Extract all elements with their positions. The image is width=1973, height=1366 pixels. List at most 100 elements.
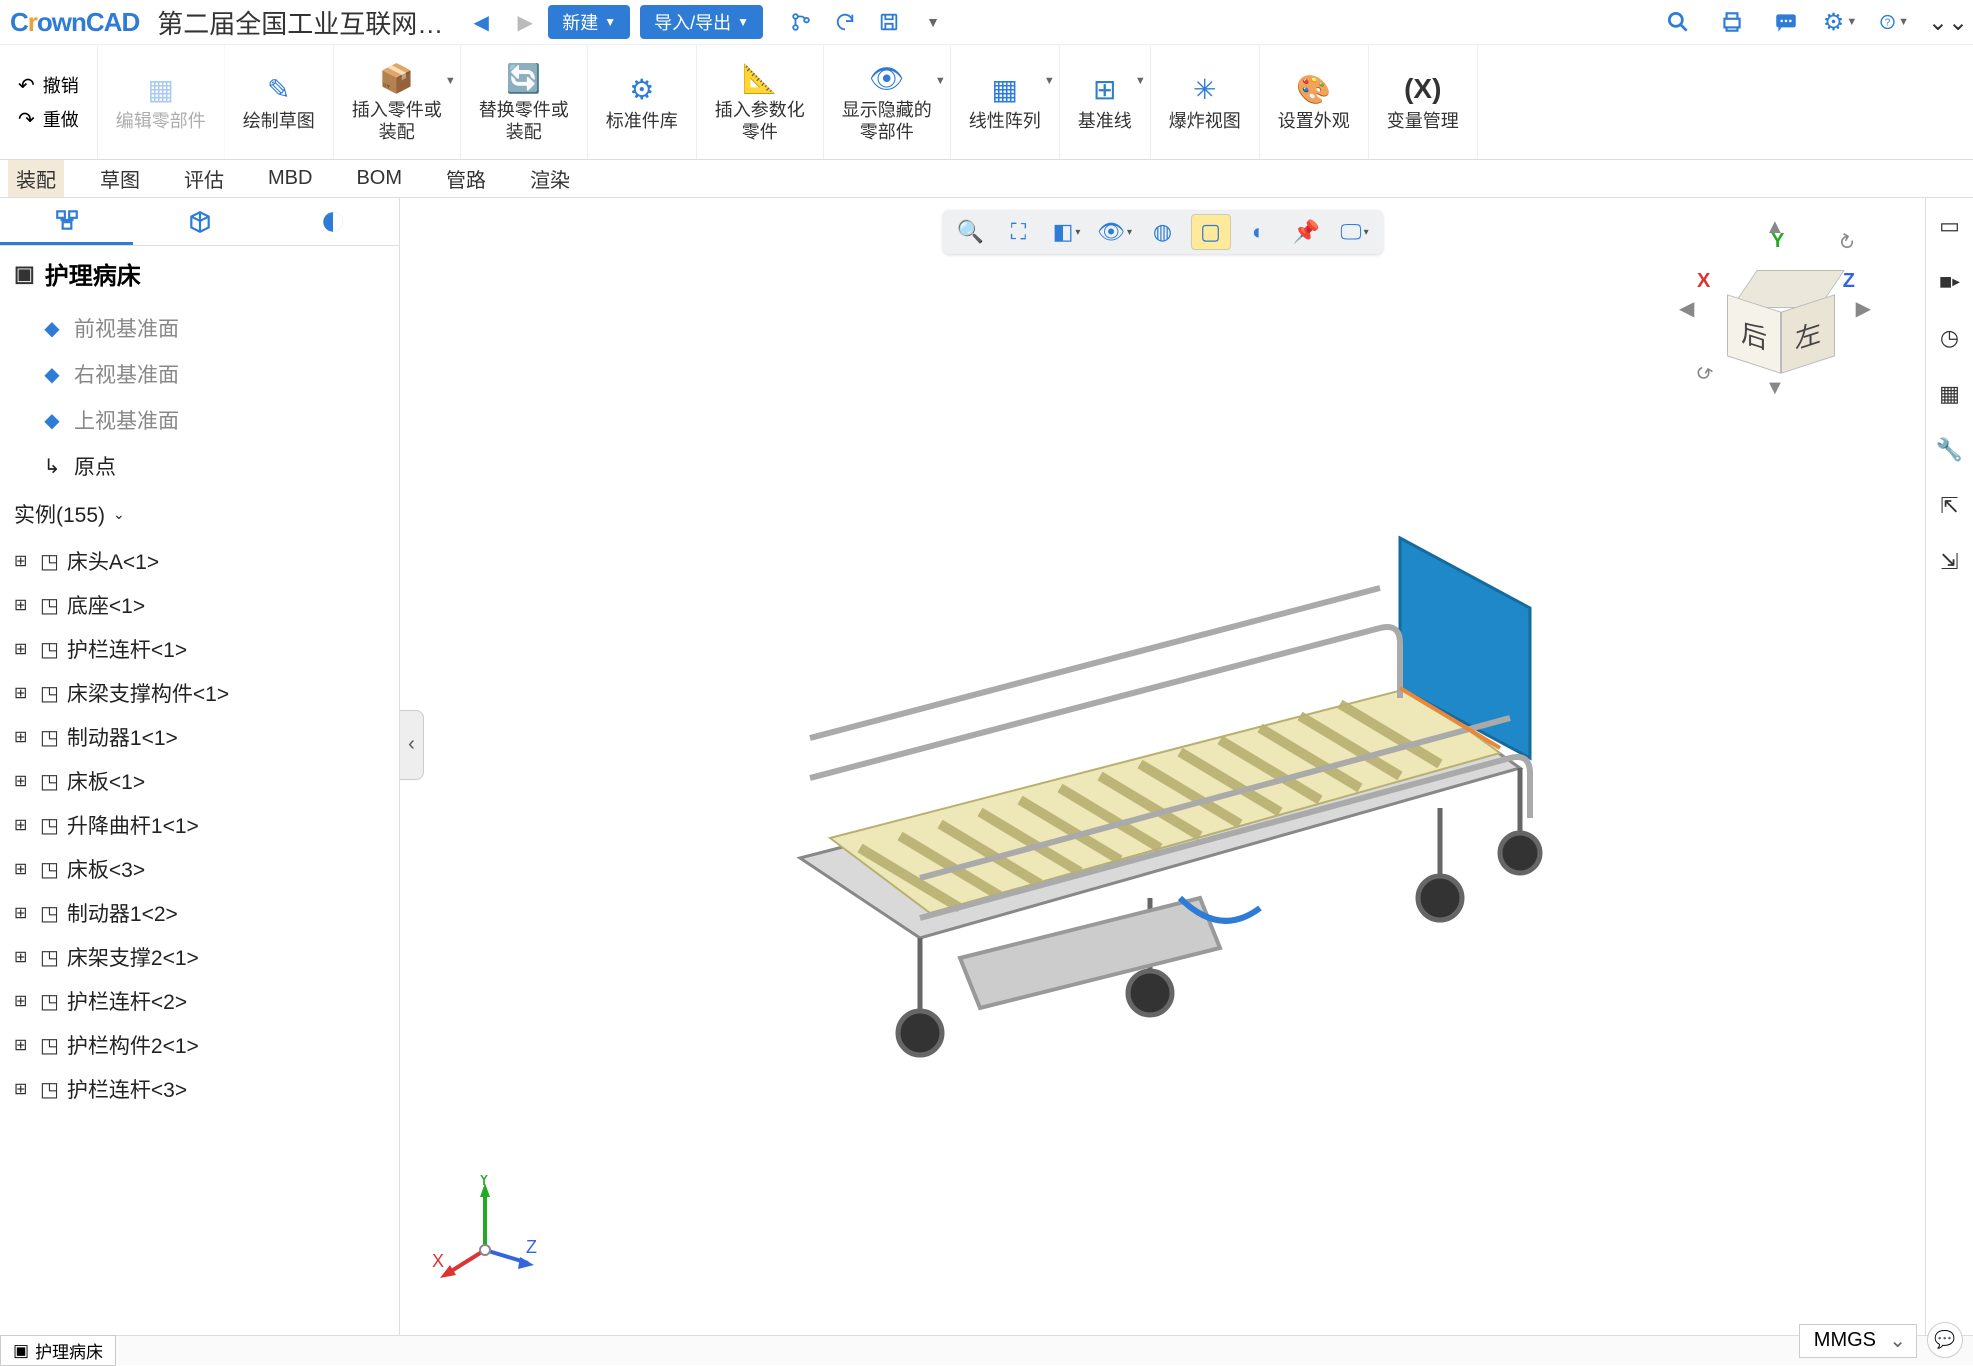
undo-button[interactable]: ↶撤销 xyxy=(18,72,79,98)
grid-icon[interactable]: ▦ xyxy=(1936,380,1964,408)
datum-line-button[interactable]: ⊞ 基准线 ▼ xyxy=(1060,45,1151,159)
forward-icon[interactable]: ▶ xyxy=(512,9,538,35)
expand-icon[interactable]: ⊞ xyxy=(14,683,32,703)
tree-instance-item[interactable]: ⊞◳护栏连杆<3> xyxy=(0,1067,399,1111)
lp-tab-tree[interactable] xyxy=(0,198,133,245)
rotate-right-icon[interactable]: ▶ xyxy=(1856,296,1871,321)
instances-section[interactable]: 实例(155) ⌄ xyxy=(0,489,399,539)
refresh-icon[interactable] xyxy=(832,9,858,35)
search-icon[interactable] xyxy=(1663,7,1693,37)
expand-icon[interactable]: ⊞ xyxy=(14,639,32,659)
filter-icon[interactable]: 📌 xyxy=(1287,214,1327,250)
origin-icon: ↳ xyxy=(40,454,64,479)
display-style-icon[interactable]: ◧ xyxy=(1047,214,1087,250)
expand-icon[interactable]: ⊞ xyxy=(14,1079,32,1099)
tree-instance-item[interactable]: ⊞◳床架支撑2<1> xyxy=(0,935,399,979)
tree-root[interactable]: ▣ 护理病床 xyxy=(0,246,399,301)
tree-instance-item[interactable]: ⊞◳升降曲杆1<1> xyxy=(0,803,399,847)
tab-pipe[interactable]: 管路 xyxy=(438,160,494,197)
datum-top[interactable]: ◆上视基准面 xyxy=(0,397,399,443)
tab-mbd[interactable]: MBD xyxy=(260,163,320,194)
tree-instance-item[interactable]: ⊞◳底座<1> xyxy=(0,583,399,627)
visibility-icon[interactable]: 👁 xyxy=(1095,214,1135,250)
rotate-left-icon[interactable]: ◀ xyxy=(1679,296,1694,321)
back-icon[interactable]: ◀ xyxy=(468,9,494,35)
save-icon[interactable] xyxy=(876,9,902,35)
clock-icon[interactable]: ◷ xyxy=(1936,324,1964,352)
expand-icon[interactable]: ⊞ xyxy=(14,595,32,615)
help-icon[interactable]: ? ▼ xyxy=(1879,7,1909,37)
zoom-fit-icon[interactable]: 🔍 xyxy=(951,214,991,250)
insert-param-button[interactable]: 📐 插入参数化 零件 xyxy=(697,45,824,159)
measure-icon[interactable]: ◐ xyxy=(1239,214,1279,250)
zoom-window-icon[interactable]: ⛶ xyxy=(999,214,1039,250)
tree-instance-item[interactable]: ⊞◳护栏连杆<2> xyxy=(0,979,399,1023)
chevron-down-icon[interactable]: ▼ xyxy=(920,9,946,35)
tree-instance-item[interactable]: ⊞◳床板<3> xyxy=(0,847,399,891)
tree-instance-item[interactable]: ⊞◳制动器1<2> xyxy=(0,891,399,935)
rotate-cw-icon[interactable]: ↻ xyxy=(1833,227,1860,257)
tab-bom[interactable]: BOM xyxy=(348,163,410,194)
rotate-down-icon[interactable]: ▼ xyxy=(1765,377,1785,400)
insert-part-button[interactable]: 📦 插入零件或 装配 ▼ xyxy=(334,45,461,159)
expand-icon[interactable]: ⊞ xyxy=(14,947,32,967)
new-button[interactable]: 新建 ▼ xyxy=(548,5,630,39)
replace-part-button[interactable]: 🔄 替换零件或 装配 xyxy=(461,45,588,159)
expand-icon[interactable]: ⊞ xyxy=(14,859,32,879)
viewport-3d[interactable]: 🔍 ⛶ ◧ 👁 ◍ ▢ ◐ 📌 🖵 ▲ ▼ ◀ ▶ ↻ ↺ Y X Z 后 左 xyxy=(400,198,1925,1335)
import-icon[interactable]: ⇲ xyxy=(1936,548,1964,576)
tree-instance-item[interactable]: ⊞◳护栏连杆<1> xyxy=(0,627,399,671)
var-mgmt-button[interactable]: (X) 变量管理 xyxy=(1369,45,1478,159)
std-lib-button[interactable]: ⚙ 标准件库 xyxy=(588,45,697,159)
explode-view-button[interactable]: ✳ 爆炸视图 xyxy=(1151,45,1260,159)
tab-assembly[interactable]: 装配 xyxy=(8,160,64,197)
model-hospital-bed[interactable] xyxy=(660,338,1620,1088)
lp-tab-part[interactable] xyxy=(133,198,266,245)
linear-pattern-button[interactable]: ▦ 线性阵列 ▼ xyxy=(951,45,1060,159)
wrench-icon[interactable]: 🔧 xyxy=(1936,436,1964,464)
show-hidden-button[interactable]: 👁 显示隐藏的 零部件 ▼ xyxy=(824,45,951,159)
screen-icon[interactable]: 🖵 xyxy=(1335,214,1375,250)
import-export-button[interactable]: 导入/导出 ▼ xyxy=(640,5,763,39)
expand-down-icon[interactable]: ⌄⌄ xyxy=(1933,7,1963,37)
branch-icon[interactable] xyxy=(788,9,814,35)
section-icon[interactable]: ◍ xyxy=(1143,214,1183,250)
tab-render[interactable]: 渲染 xyxy=(522,160,578,197)
face-color-icon[interactable]: ▢ xyxy=(1191,214,1231,250)
folder-icon[interactable]: ▭ xyxy=(1936,212,1964,240)
gear-icon[interactable]: ⚙▼ xyxy=(1825,7,1855,37)
expand-icon[interactable]: ⊞ xyxy=(14,771,32,791)
expand-icon[interactable]: ⊞ xyxy=(14,991,32,1011)
tree-instance-item[interactable]: ⊞◳护栏构件2<1> xyxy=(0,1023,399,1067)
expand-icon[interactable]: ⊞ xyxy=(14,551,32,571)
tree-instance-item[interactable]: ⊞◳床梁支撑构件<1> xyxy=(0,671,399,715)
export-icon[interactable]: ⇱ xyxy=(1936,492,1964,520)
tab-evaluate[interactable]: 评估 xyxy=(176,160,232,197)
collapse-left-panel[interactable]: ‹ xyxy=(400,710,424,780)
datum-front[interactable]: ◆前视基准面 xyxy=(0,305,399,351)
sketch-button[interactable]: ✎ 绘制草图 xyxy=(225,45,334,159)
plane-icon: ◆ xyxy=(40,408,64,433)
tree-instance-item[interactable]: ⊞◳床头A<1> xyxy=(0,539,399,583)
redo-button[interactable]: ↷重做 xyxy=(18,106,79,132)
origin-node[interactable]: ↳原点 xyxy=(0,443,399,489)
expand-icon[interactable]: ⊞ xyxy=(14,1035,32,1055)
datum-right[interactable]: ◆右视基准面 xyxy=(0,351,399,397)
comment-icon[interactable] xyxy=(1771,7,1801,37)
tree-instance-item[interactable]: ⊞◳制动器1<1> xyxy=(0,715,399,759)
camera-icon[interactable]: ■▶ xyxy=(1936,268,1964,296)
rotate-ccw-icon[interactable]: ↺ xyxy=(1690,358,1717,388)
tab-sketch[interactable]: 草图 xyxy=(92,160,148,197)
view-cube[interactable]: ▲ ▼ ◀ ▶ ↻ ↺ Y X Z 后 左 xyxy=(1685,218,1865,398)
tree-instance-item[interactable]: ⊞◳床板<1> xyxy=(0,759,399,803)
expand-icon[interactable]: ⊞ xyxy=(14,815,32,835)
lp-tab-view[interactable] xyxy=(266,198,399,245)
document-tab[interactable]: ▣ 护理病床 xyxy=(0,1335,116,1366)
set-appearance-button[interactable]: 🎨 设置外观 xyxy=(1260,45,1369,159)
part-icon: ◳ xyxy=(40,549,59,574)
print-icon[interactable] xyxy=(1717,7,1747,37)
cube-3d[interactable]: 后 左 xyxy=(1730,273,1820,353)
expand-icon[interactable]: ⊞ xyxy=(14,727,32,747)
expand-icon[interactable]: ⊞ xyxy=(14,903,32,923)
units-selector[interactable]: MMGS xyxy=(1799,1324,1917,1358)
